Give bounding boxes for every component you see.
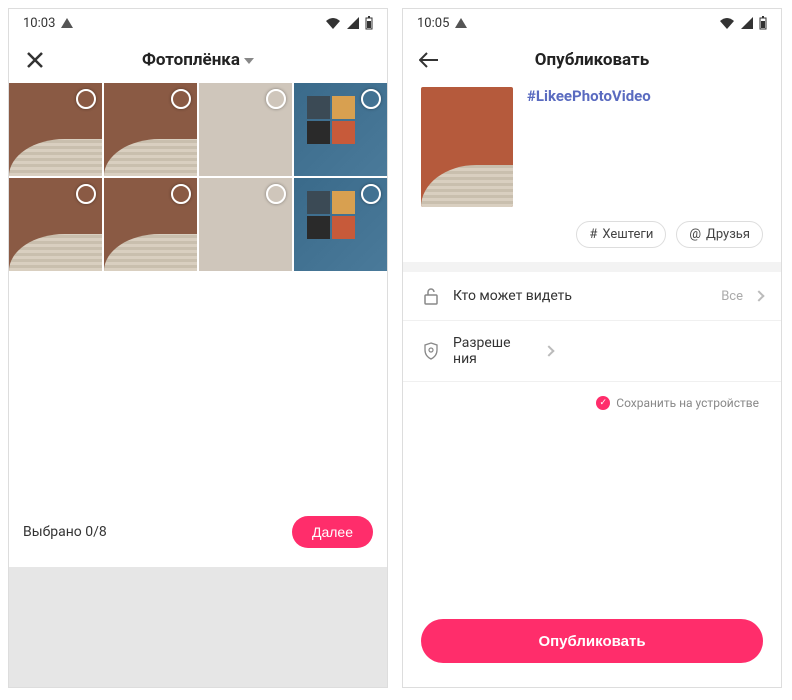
screen-photo-picker: 10:03 Фотоплёнка: [8, 8, 388, 688]
bottom-panel: [9, 567, 387, 687]
spacer: [403, 424, 781, 619]
save-device-label: Сохранить на устройстве: [616, 396, 759, 410]
permissions-label: Разреше ния: [453, 335, 533, 367]
status-time: 10:05: [417, 16, 449, 31]
publish-button[interactable]: Опубликовать: [421, 619, 763, 663]
warning-icon: [61, 18, 73, 28]
chip-row: # Хештеги @ Друзья: [403, 221, 781, 262]
photo-grid: [9, 83, 387, 271]
caption-input[interactable]: #LikeePhotoVideo: [527, 87, 763, 105]
select-circle[interactable]: [266, 89, 286, 109]
selected-count: Выбрано 0/8: [23, 524, 107, 540]
blank-area: [9, 271, 387, 497]
title-text: Фотоплёнка: [142, 50, 240, 70]
hashtags-chip[interactable]: # Хештеги: [576, 221, 666, 248]
chevron-down-icon: [244, 58, 254, 64]
photo-thumb[interactable]: [199, 83, 292, 176]
privacy-row[interactable]: Кто может видеть Все: [403, 272, 781, 321]
hash-icon: #: [589, 227, 597, 242]
at-icon: @: [689, 227, 701, 242]
select-circle[interactable]: [361, 184, 381, 204]
friends-chip[interactable]: @ Друзья: [676, 221, 763, 248]
shield-icon: [421, 341, 441, 361]
photo-thumb[interactable]: [294, 83, 387, 176]
picker-footer: Выбрано 0/8 Далее: [9, 497, 387, 567]
select-circle[interactable]: [171, 89, 191, 109]
select-circle[interactable]: [361, 89, 381, 109]
select-circle[interactable]: [76, 89, 96, 109]
album-dropdown[interactable]: Фотоплёнка: [142, 50, 254, 70]
chevron-right-icon: [753, 290, 764, 301]
title-bar: Опубликовать: [403, 37, 781, 83]
battery-icon: [759, 16, 767, 30]
title-bar: Фотоплёнка: [9, 37, 387, 83]
photo-thumb[interactable]: [104, 178, 197, 271]
photo-thumb[interactable]: [294, 178, 387, 271]
close-button[interactable]: [23, 48, 47, 72]
wifi-icon: [325, 17, 341, 29]
page-title: Опубликовать: [535, 50, 649, 70]
photo-thumb[interactable]: [104, 83, 197, 176]
privacy-value: Все: [721, 289, 743, 304]
screen-publish: 10:05 Опубликовать #LikeePhotoVide: [402, 8, 782, 688]
save-device-toggle[interactable]: ✓ Сохранить на устройстве: [403, 382, 781, 424]
chevron-right-icon: [543, 345, 554, 356]
select-circle[interactable]: [266, 184, 286, 204]
check-icon: ✓: [596, 396, 610, 410]
select-circle[interactable]: [171, 184, 191, 204]
back-button[interactable]: [417, 48, 441, 72]
compose-area: #LikeePhotoVideo: [403, 83, 781, 221]
signal-icon: [347, 17, 359, 29]
battery-icon: [365, 16, 373, 30]
signal-icon: [741, 17, 753, 29]
status-bar: 10:03: [9, 9, 387, 37]
wifi-icon: [719, 17, 735, 29]
warning-icon: [455, 18, 467, 28]
permissions-row[interactable]: Разреше ния: [403, 321, 781, 382]
lock-icon: [421, 286, 441, 306]
photo-thumb[interactable]: [9, 83, 102, 176]
privacy-label: Кто может видеть: [453, 288, 709, 304]
select-circle[interactable]: [76, 184, 96, 204]
photo-thumb[interactable]: [199, 178, 292, 271]
status-time: 10:03: [23, 16, 55, 31]
next-button[interactable]: Далее: [292, 516, 373, 548]
section-divider: [403, 262, 781, 272]
media-preview[interactable]: [421, 87, 513, 207]
photo-thumb[interactable]: [9, 178, 102, 271]
status-bar: 10:05: [403, 9, 781, 37]
